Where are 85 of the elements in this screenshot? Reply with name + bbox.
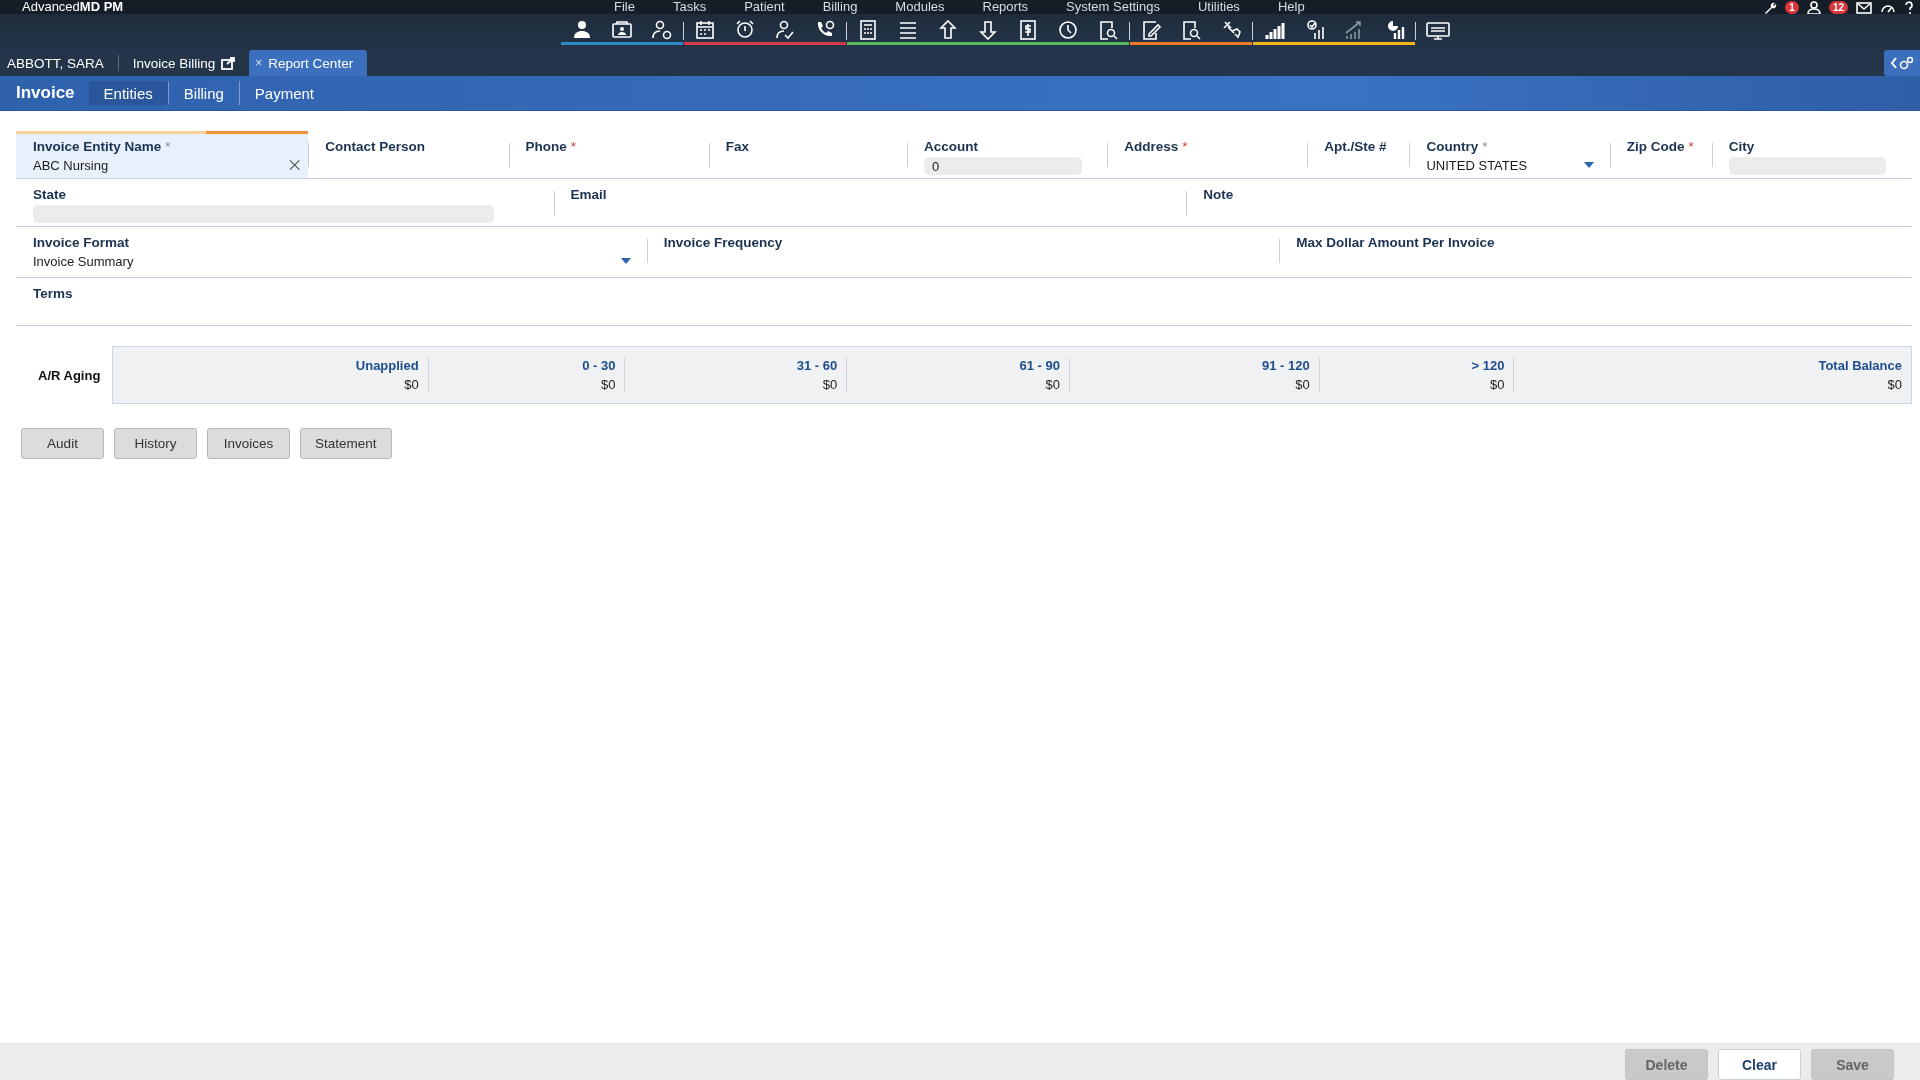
amount-cell: $0 bbox=[404, 377, 419, 392]
menu-item[interactable]: Utilities bbox=[1197, 0, 1240, 14]
page-title: Invoice bbox=[16, 83, 75, 103]
field-label: Invoice Frequency bbox=[663, 235, 783, 250]
amount-cell: $0 bbox=[822, 377, 838, 392]
menu-item[interactable]: File bbox=[614, 0, 635, 14]
field-label: Apt./Ste # bbox=[1324, 139, 1387, 154]
required-asterisk: * bbox=[1182, 139, 1188, 154]
menu-item[interactable]: Patient bbox=[744, 0, 785, 14]
menu-item[interactable]: Help bbox=[1277, 0, 1305, 14]
id-card-icon[interactable] bbox=[610, 19, 633, 41]
field-label: Account bbox=[923, 139, 978, 154]
nav-tab[interactable]: Payment bbox=[239, 81, 330, 105]
caret-down-icon bbox=[1583, 162, 1594, 168]
dropdown[interactable]: UNITED STATES bbox=[1426, 157, 1602, 173]
amount-cell: $0 bbox=[1489, 377, 1505, 392]
required-asterisk: * bbox=[570, 139, 577, 154]
action-button[interactable]: History bbox=[114, 428, 197, 459]
menu-item[interactable]: Modules bbox=[895, 0, 945, 14]
column-header: 0 - 30 bbox=[582, 358, 616, 373]
up-arrow-icon[interactable] bbox=[936, 19, 959, 41]
person-icon[interactable] bbox=[1806, 0, 1821, 14]
notification-badge: 12 bbox=[1828, 0, 1848, 14]
amount-cell: $0 bbox=[1887, 377, 1902, 392]
field-label: Country bbox=[1426, 139, 1479, 154]
side-panel-toggle[interactable] bbox=[1884, 50, 1920, 76]
action-button[interactable]: Statement bbox=[300, 428, 392, 459]
menu-item[interactable]: Reports bbox=[982, 0, 1029, 14]
chevron-left-icon bbox=[1890, 57, 1898, 69]
required-asterisk: * bbox=[1482, 139, 1488, 154]
menu-item[interactable]: Billing bbox=[822, 0, 858, 14]
field-label: Address bbox=[1124, 139, 1179, 154]
caret-down-icon bbox=[620, 258, 631, 264]
patient-tab[interactable]: ABBOTT, SARA bbox=[0, 55, 119, 71]
column-header: 61 - 90 bbox=[1019, 358, 1060, 373]
field-label: Invoice Entity Name bbox=[33, 139, 162, 154]
amount-cell: $0 bbox=[1045, 377, 1060, 392]
field-label: Invoice Format bbox=[33, 235, 130, 250]
close-icon[interactable]: × bbox=[255, 56, 263, 70]
amount-cell: $0 bbox=[600, 377, 616, 392]
column-header: 91 - 120 bbox=[1261, 358, 1310, 373]
field-label: Max Dollar Amount Per Invoice bbox=[1296, 235, 1495, 250]
field-label: Email bbox=[570, 187, 607, 202]
section-label: A/R Aging bbox=[37, 367, 102, 383]
action-button[interactable]: Invoices bbox=[207, 428, 290, 459]
column-header: > 120 bbox=[1471, 358, 1505, 373]
gears-icon bbox=[1898, 55, 1914, 71]
nav-tab[interactable]: Entities bbox=[88, 81, 169, 105]
clear-icon[interactable] bbox=[289, 159, 301, 171]
patient-tab[interactable]: × Report Center bbox=[249, 50, 368, 76]
footer-button[interactable]: Clear bbox=[1718, 1049, 1801, 1080]
field-label: Terms bbox=[33, 286, 73, 301]
person-check-icon[interactable] bbox=[773, 19, 796, 41]
required-asterisk: * bbox=[165, 139, 171, 154]
down-arrow-icon[interactable] bbox=[976, 19, 999, 41]
field-label: City bbox=[1728, 139, 1755, 154]
text-input[interactable]: ABC Nursing bbox=[33, 157, 284, 173]
dropdown[interactable]: Invoice Summary bbox=[33, 253, 639, 269]
person-coin-icon[interactable] bbox=[650, 19, 673, 41]
clock-icon[interactable] bbox=[1056, 19, 1079, 41]
required-asterisk: * bbox=[1688, 139, 1694, 154]
wrench-icon[interactable] bbox=[1763, 0, 1778, 14]
action-button[interactable]: Audit bbox=[21, 428, 104, 459]
field-label: Note bbox=[1203, 187, 1234, 202]
menu-item[interactable]: Tasks bbox=[672, 0, 707, 14]
notification-badge: 1 bbox=[1785, 0, 1799, 14]
field-label: Fax bbox=[725, 139, 749, 154]
help-icon[interactable] bbox=[1904, 0, 1914, 14]
column-header: Unapplied bbox=[355, 358, 419, 373]
field-label: Contact Person bbox=[325, 139, 426, 154]
field-label: State bbox=[33, 187, 66, 202]
patient-tab[interactable]: Invoice Billing bbox=[118, 55, 250, 71]
field-label: Zip Code bbox=[1626, 139, 1685, 154]
monitor-icon[interactable] bbox=[1425, 19, 1450, 41]
nav-tab[interactable]: Billing bbox=[168, 81, 240, 105]
calendar-icon[interactable] bbox=[693, 19, 716, 41]
column-header: Total Balance bbox=[1818, 358, 1902, 373]
column-header: 31 - 60 bbox=[796, 358, 838, 373]
input-field[interactable]: 0 bbox=[923, 157, 1082, 175]
input-field[interactable]: Invoice Entity Name * ABC Nursing bbox=[16, 131, 309, 178]
amount-cell: $0 bbox=[1295, 377, 1310, 392]
external-link-icon bbox=[221, 56, 236, 70]
mail-icon[interactable] bbox=[1856, 0, 1872, 14]
menu-item[interactable]: System Settings bbox=[1066, 0, 1160, 14]
field-label: Phone bbox=[525, 139, 567, 154]
